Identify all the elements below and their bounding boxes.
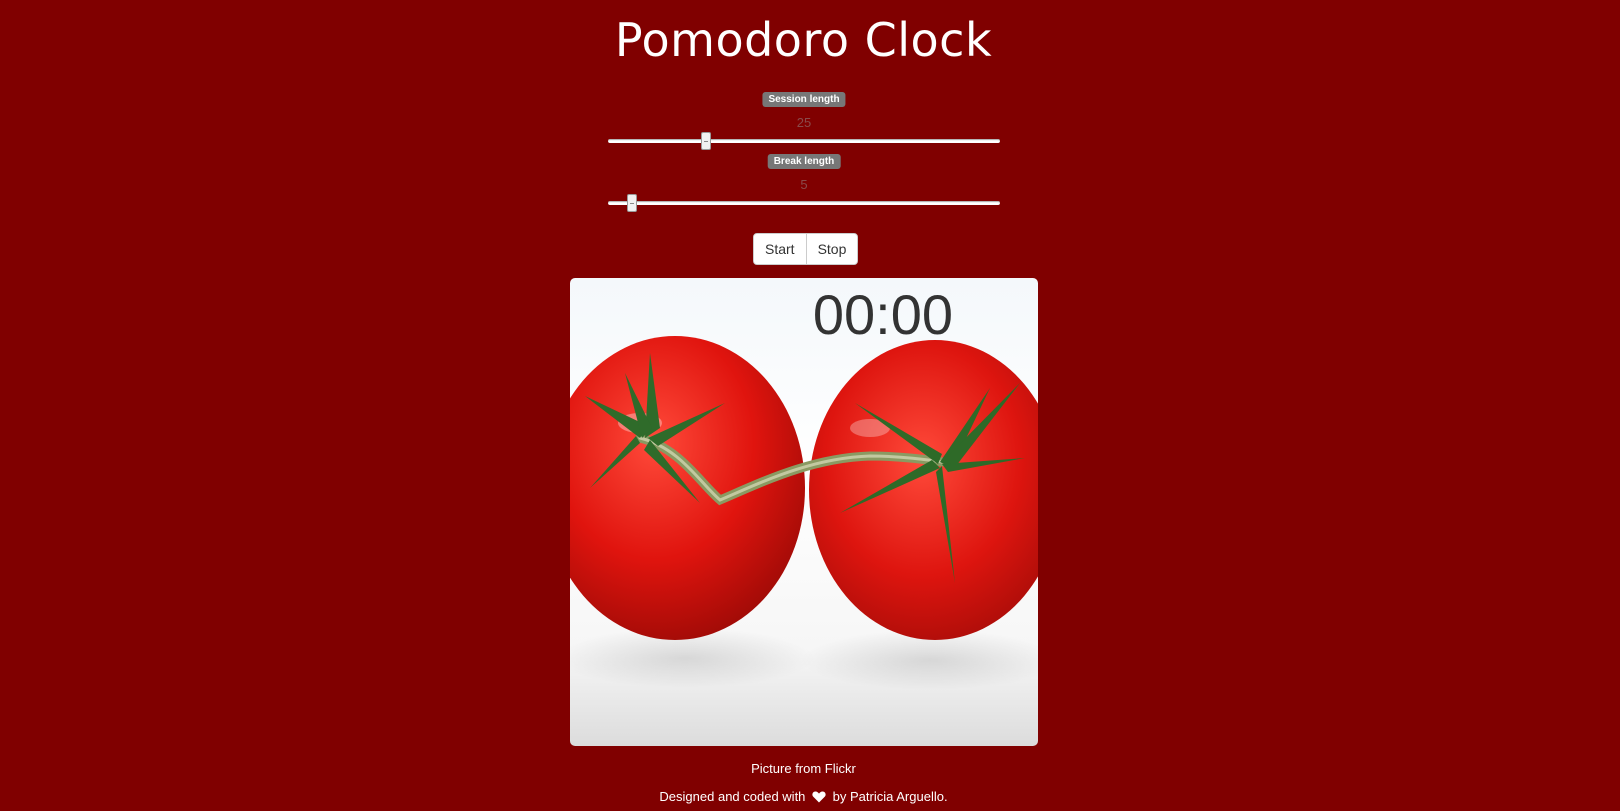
slider-track — [608, 139, 1000, 143]
stop-button[interactable]: Stop — [805, 234, 858, 264]
timer-controls: Start Stop — [753, 233, 859, 265]
slider-thumb[interactable] — [626, 194, 637, 212]
footer-prefix: Designed and coded with — [659, 789, 806, 804]
break-length-slider[interactable] — [608, 194, 1000, 212]
page-title: Pomodoro Clock — [614, 13, 993, 67]
footer: Designed and coded with by Patricia Argu… — [0, 788, 1607, 808]
picture-credit: Picture from Flickr — [0, 760, 1607, 778]
footer-suffix: by Patricia Arguello. — [832, 789, 948, 804]
slider-track — [608, 201, 1000, 205]
timer-card: 00:00 — [570, 278, 1038, 746]
timer-display: 00:00 — [812, 283, 953, 346]
page: Pomodoro Clock Session length 25 Break l… — [0, 0, 1620, 811]
session-length-badge: Session length — [762, 92, 846, 107]
break-length-badge: Break length — [767, 154, 841, 169]
start-button[interactable]: Start — [754, 234, 806, 264]
slider-thumb[interactable] — [701, 132, 711, 150]
session-length-slider[interactable] — [608, 132, 1000, 150]
heart-icon — [812, 790, 826, 808]
break-length-value: 5 — [800, 177, 808, 192]
session-length-value: 25 — [796, 115, 812, 130]
picture-credit-text: Picture from Flickr — [751, 761, 856, 776]
